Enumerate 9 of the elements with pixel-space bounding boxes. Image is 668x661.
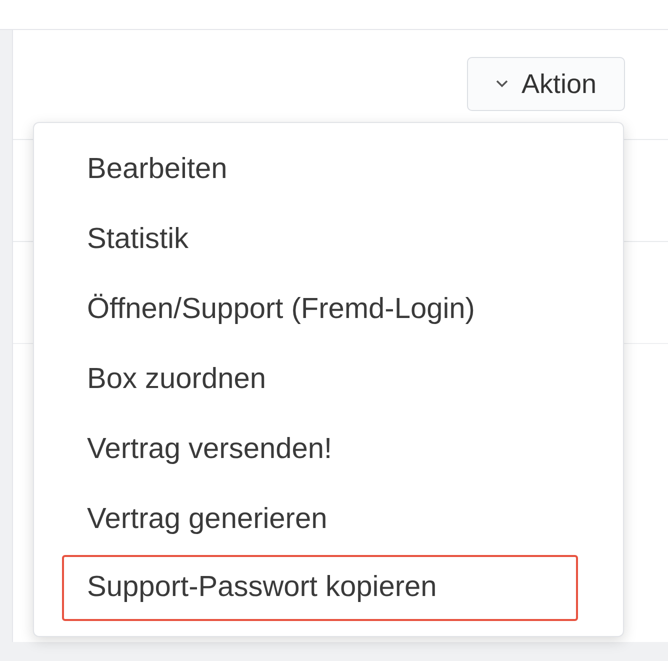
menu-item[interactable]: Box zuordnen — [62, 345, 578, 415]
menu-item[interactable]: Vertrag generieren — [62, 485, 578, 555]
menu-item[interactable]: Support-Passwort kopieren — [62, 555, 578, 621]
menu-item[interactable]: Öffnen/Support (Fremd-Login) — [62, 275, 578, 345]
menu-item[interactable]: Vertrag versenden! — [62, 415, 578, 485]
chevron-down-icon — [495, 79, 510, 89]
menu-item[interactable]: Bearbeiten — [62, 135, 578, 205]
menu-item[interactable]: Statistik — [62, 205, 578, 275]
action-button[interactable]: Aktion — [467, 57, 625, 111]
